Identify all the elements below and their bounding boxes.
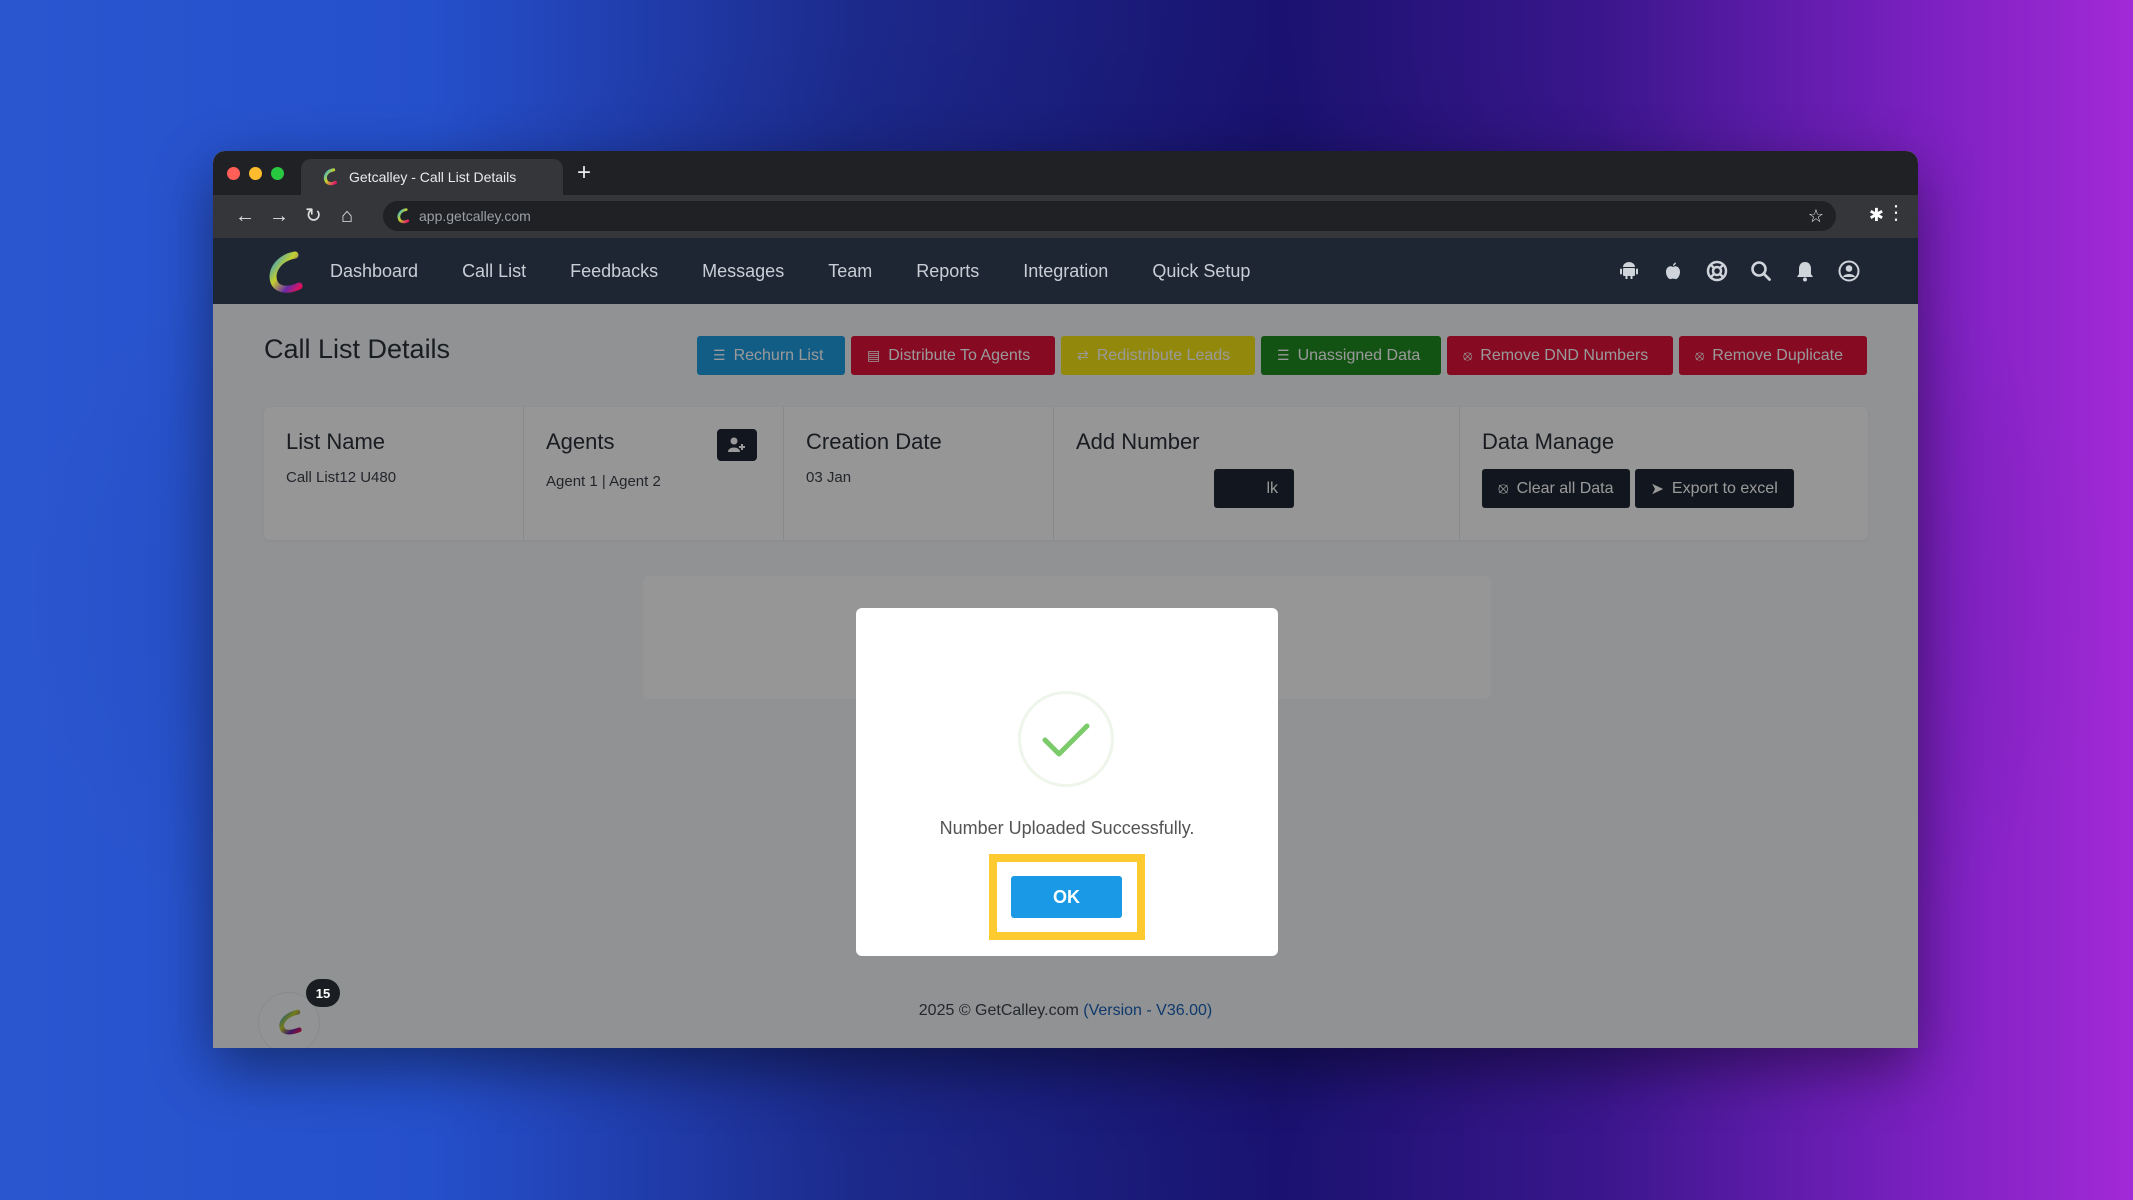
search-icon[interactable] xyxy=(1750,260,1772,282)
forward-arrow-icon[interactable]: → xyxy=(269,205,289,227)
success-message: Number Uploaded Successfully. xyxy=(939,818,1195,838)
tab-title: Getcalley - Call List Details xyxy=(349,169,517,185)
nav-call-list[interactable]: Call List xyxy=(462,261,526,282)
browser-tab-active[interactable]: Getcalley - Call List Details xyxy=(301,159,563,195)
url-text: app.getcalley.com xyxy=(419,208,531,224)
modal-backdrop[interactable]: Number Uploaded Successfully. OK 15 xyxy=(213,304,1918,1048)
chat-unread-badge: 15 xyxy=(306,979,340,1007)
support-lifebuoy-icon[interactable] xyxy=(1706,260,1728,282)
nav-messages[interactable]: Messages xyxy=(702,261,784,282)
success-dialog: Number Uploaded Successfully. OK xyxy=(856,608,1278,956)
extensions-puzzle-icon[interactable]: ✱ xyxy=(1869,205,1884,226)
nav-team[interactable]: Team xyxy=(828,261,872,282)
bookmark-star-icon[interactable]: ☆ xyxy=(1808,206,1824,227)
ok-button[interactable]: OK xyxy=(1011,876,1122,918)
back-arrow-icon[interactable]: ← xyxy=(235,205,255,227)
nav-dashboard[interactable]: Dashboard xyxy=(330,261,418,282)
maximize-window-button[interactable] xyxy=(271,167,284,180)
bell-icon[interactable] xyxy=(1794,260,1816,282)
menu-kebab-icon[interactable]: ⋮ xyxy=(1886,203,1906,223)
window-controls xyxy=(227,167,284,180)
android-icon[interactable] xyxy=(1618,260,1640,282)
user-account-icon[interactable] xyxy=(1838,260,1860,282)
plus-icon[interactable]: + xyxy=(577,161,591,185)
nav-icon-group xyxy=(1618,238,1860,304)
browser-window: Getcalley - Call List Details + ← → ↻ ⌂ … xyxy=(213,151,1918,1048)
app-navbar: Dashboard Call List Feedbacks Messages T… xyxy=(213,238,1918,304)
nav-reports[interactable]: Reports xyxy=(916,261,979,282)
getcalley-favicon-icon xyxy=(323,168,337,186)
nav-feedbacks[interactable]: Feedbacks xyxy=(570,261,658,282)
apple-icon[interactable] xyxy=(1662,260,1684,282)
getcalley-site-icon xyxy=(397,208,410,224)
browser-address-bar: ← → ↻ ⌂ app.getcalley.com ☆ ✱ ⋮ xyxy=(213,195,1918,238)
minimize-window-button[interactable] xyxy=(249,167,262,180)
close-window-button[interactable] xyxy=(227,167,240,180)
nav-quick-setup[interactable]: Quick Setup xyxy=(1152,261,1250,282)
nav-integration[interactable]: Integration xyxy=(1023,261,1108,282)
success-check-icon xyxy=(1018,691,1114,787)
main-nav-links: Dashboard Call List Feedbacks Messages T… xyxy=(330,238,1294,304)
browser-tab-bar: Getcalley - Call List Details + xyxy=(213,151,1918,195)
url-field[interactable]: app.getcalley.com ☆ xyxy=(383,201,1836,231)
getcalley-logo[interactable] xyxy=(263,250,309,294)
home-icon[interactable]: ⌂ xyxy=(341,205,353,227)
reload-icon[interactable]: ↻ xyxy=(305,205,322,227)
